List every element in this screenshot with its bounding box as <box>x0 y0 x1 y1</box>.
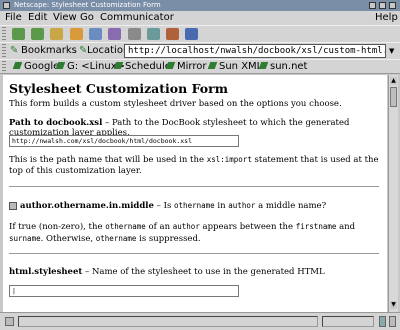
title-bar[interactable]: Netscape: Stylesheet Customization Form <box>0 0 400 11</box>
othername-description: If true (non-zero), the othername of an … <box>9 222 356 244</box>
path-input[interactable]: http://nwalsh.com/xsl/docbook/html/docbo… <box>9 135 239 147</box>
othername-option: author.othername.in.middle – Is othernam… <box>9 201 381 211</box>
bookmarks-button[interactable]: Bookmarks <box>21 43 77 59</box>
search-icon[interactable] <box>89 28 102 40</box>
menu-edit[interactable]: Edit <box>28 11 47 25</box>
stop-icon[interactable] <box>185 28 198 40</box>
maximize-button[interactable] <box>379 2 386 9</box>
navigation-toolbar <box>0 25 400 42</box>
close-button[interactable] <box>389 2 396 9</box>
stylesheet-param-name: html.stylesheet <box>9 267 83 277</box>
stylesheet-param-desc: – Name of the stylesheet to use in the g… <box>82 267 325 277</box>
intro-text: This form builds a custom stylesheet dri… <box>9 99 342 109</box>
bookmark-icon <box>55 62 66 69</box>
menu-go[interactable]: Go <box>80 11 94 25</box>
menu-bar: File Edit View Go Communicator Help <box>0 11 400 25</box>
stylesheet-input[interactable]: | <box>9 285 239 297</box>
shop-icon[interactable] <box>166 28 179 40</box>
print-icon[interactable] <box>128 28 141 40</box>
bookmark-icon <box>12 62 23 69</box>
link-sun-xml[interactable]: Sun XML <box>207 60 262 73</box>
page-title: Stylesheet Customization Form <box>9 81 228 96</box>
url-input[interactable]: http://localhost/nwalsh/docbook/xsl/cust… <box>124 44 386 58</box>
link-google[interactable]: Google <box>12 60 59 73</box>
path-note: This is the path name that will be used … <box>9 155 379 176</box>
menu-communicator[interactable]: Communicator <box>100 11 174 25</box>
toolbar-grip[interactable] <box>2 27 6 41</box>
mail-icon[interactable] <box>389 316 396 327</box>
progress-field <box>322 316 374 327</box>
location-grip[interactable] <box>2 44 6 58</box>
minimize-button[interactable] <box>369 2 376 9</box>
url-dropdown-icon[interactable]: ▼ <box>389 43 394 59</box>
status-text-field <box>18 316 318 327</box>
bookmark-icon <box>113 62 124 69</box>
path-param-name: Path to docbook.xsl <box>9 118 103 128</box>
window-menu-icon[interactable] <box>3 2 10 9</box>
security-icon[interactable] <box>147 28 160 40</box>
divider <box>9 186 379 187</box>
location-bar: ✎ Bookmarks ✎ Location: http://localhost… <box>0 42 400 59</box>
page-content: Stylesheet Customization Form This form … <box>3 75 387 312</box>
bookmark-icon <box>165 62 176 69</box>
divider <box>9 253 379 254</box>
vertical-scrollbar[interactable]: ▲ ▼ <box>388 75 398 312</box>
links-grip[interactable] <box>2 61 6 72</box>
bookmarks-icon[interactable]: ✎ <box>10 43 18 59</box>
link-sun-net[interactable]: sun.net <box>258 60 307 73</box>
home-icon[interactable] <box>70 28 83 40</box>
reload-icon[interactable] <box>50 28 63 40</box>
menu-help[interactable]: Help <box>375 11 398 25</box>
scroll-down-icon[interactable]: ▼ <box>390 301 397 309</box>
forward-icon[interactable] <box>31 28 44 40</box>
back-icon[interactable] <box>12 28 25 40</box>
window-title: Netscape: Stylesheet Customization Form <box>14 1 161 9</box>
othername-checkbox[interactable] <box>9 201 17 210</box>
security-lock-icon[interactable] <box>5 317 14 326</box>
link-mirror[interactable]: Mirror <box>165 60 206 73</box>
bookmark-icon <box>258 62 269 69</box>
othername-param-name: author.othername.in.middle <box>20 201 154 211</box>
scrollbar-thumb[interactable] <box>390 87 397 107</box>
netscape-icon[interactable] <box>108 28 121 40</box>
status-bar <box>0 312 400 330</box>
link-schedule[interactable]: Schedule <box>113 60 171 73</box>
menu-view[interactable]: View <box>53 11 77 25</box>
scroll-up-icon[interactable]: ▲ <box>390 77 397 85</box>
personal-toolbar: Google G: <Linux> Schedule Mirror Sun XM… <box>0 59 400 74</box>
menu-file[interactable]: File <box>5 11 22 25</box>
bookmark-icon <box>207 62 218 69</box>
stylesheet-param: html.stylesheet – Name of the stylesheet… <box>9 267 381 277</box>
component-bar-icon[interactable] <box>379 316 386 327</box>
